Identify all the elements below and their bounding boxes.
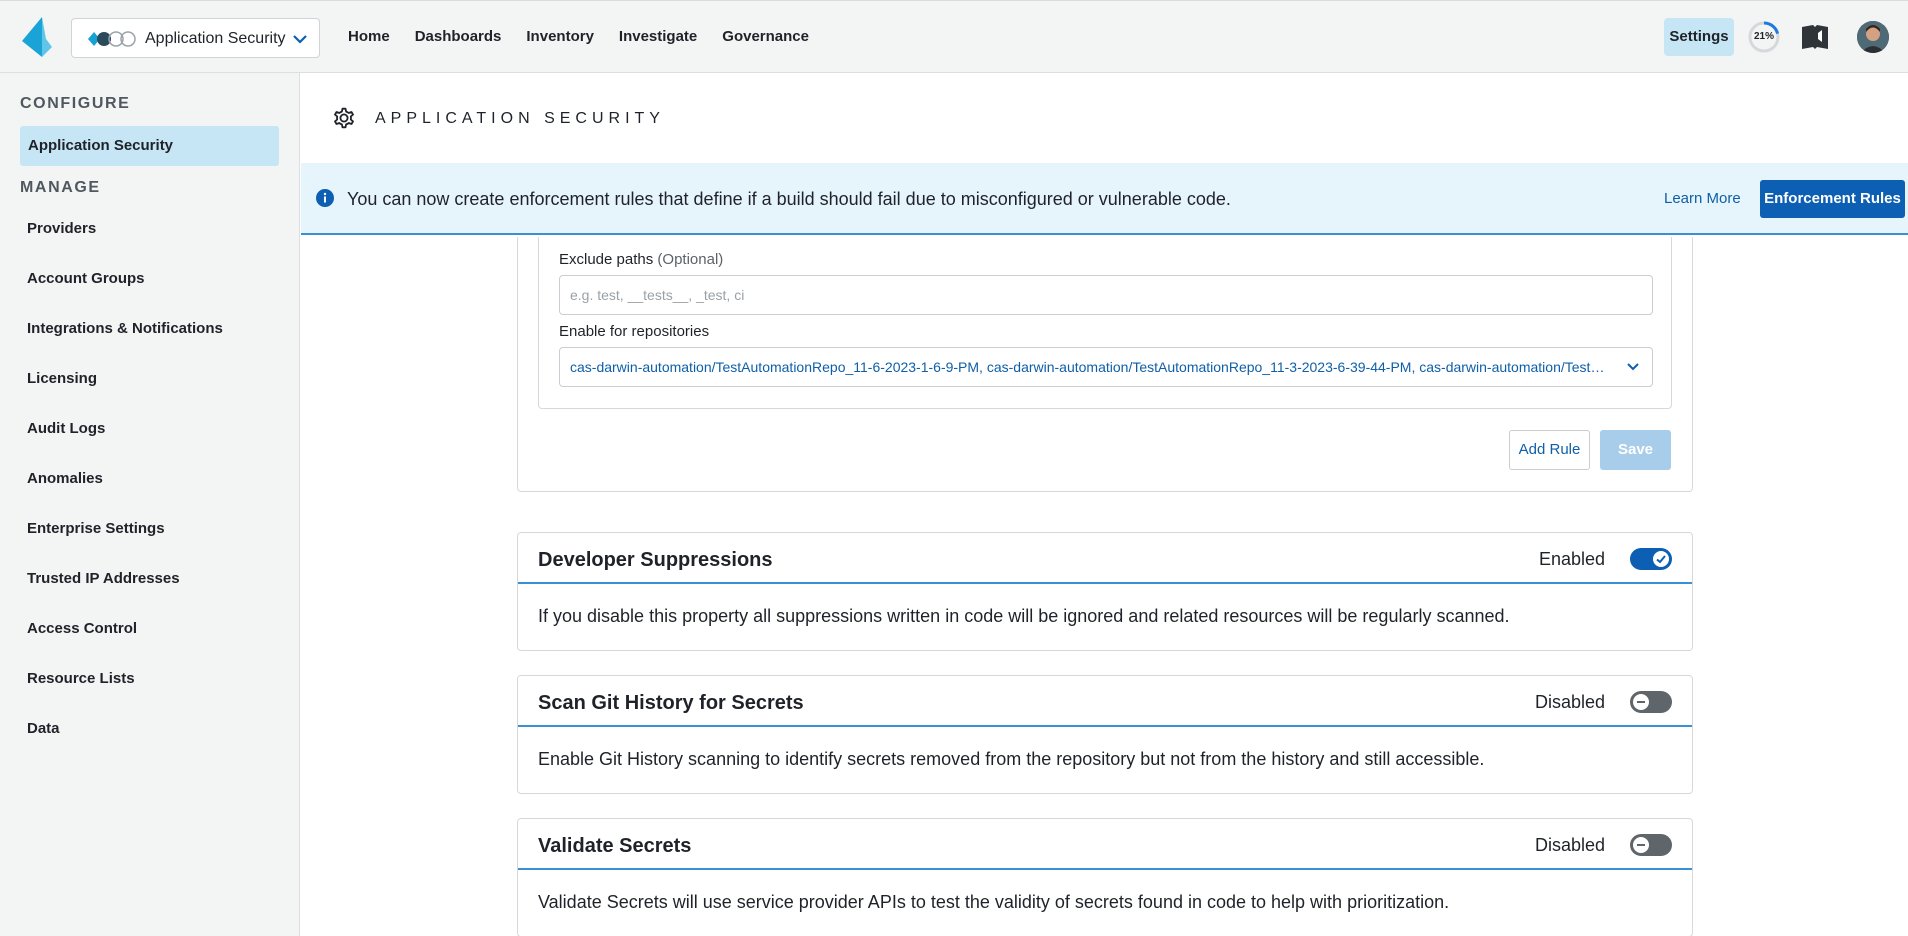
sidebar: CONFIGURE Application Security MANAGE Pr…: [0, 73, 300, 936]
card-description: If you disable this property all suppres…: [538, 606, 1510, 626]
card-header: Scan Git History for Secrets Disabled: [518, 676, 1692, 727]
repositories-select[interactable]: cas-darwin-automation/TestAutomationRepo…: [559, 347, 1653, 387]
gear-icon: [334, 107, 354, 129]
book-icon[interactable]: [1801, 24, 1829, 50]
card-description: Validate Secrets will use service provid…: [538, 892, 1450, 912]
status-text: Enabled: [1538, 549, 1605, 569]
toggle-knob: [1633, 837, 1649, 853]
nav-inventory[interactable]: Inventory: [526, 28, 594, 45]
sidebar-item-audit-logs[interactable]: Audit Logs: [27, 420, 105, 437]
sidebar-item-trusted-ip[interactable]: Trusted IP Addresses: [27, 570, 180, 587]
sidebar-item-resource-lists[interactable]: Resource Lists: [27, 670, 135, 687]
rule-card: Exclude paths (Optional) e.g. test, __te…: [517, 237, 1693, 492]
card-title: Scan Git History for Secrets: [538, 692, 804, 714]
nav-home[interactable]: Home: [348, 28, 390, 45]
progress-label: 21%: [1753, 31, 1774, 42]
info-icon: [316, 189, 334, 207]
repositories-label: Enable for repositories: [559, 323, 710, 340]
add-rule-button[interactable]: Add Rule: [1509, 430, 1590, 470]
banner-message: You can now create enforcement rules tha…: [347, 189, 1231, 209]
sidebar-item-account-groups[interactable]: Account Groups: [27, 270, 145, 287]
main-content: Exclude paths (Optional) e.g. test, __te…: [301, 237, 1908, 936]
toggle-knob: [1633, 694, 1649, 710]
status-text: Disabled: [1534, 692, 1605, 712]
exclude-paths-label: Exclude paths (Optional): [559, 251, 723, 268]
top-bar: Application Security Home Dashboards Inv…: [0, 0, 1908, 73]
card-header: Validate Secrets Disabled: [518, 819, 1692, 870]
page-title: APPLICATION SECURITY: [375, 110, 665, 127]
developer-suppressions-card: Developer Suppressions Enabled If you di…: [517, 532, 1693, 651]
sidebar-item-data[interactable]: Data: [27, 720, 60, 737]
sidebar-item-access-control[interactable]: Access Control: [27, 620, 137, 637]
sidebar-item-application-security[interactable]: Application Security: [20, 126, 279, 166]
app-switcher-label: Application Security: [145, 30, 286, 47]
app-modules-icon: [88, 31, 136, 47]
learn-more-link[interactable]: Learn More: [1664, 190, 1741, 207]
toggle-knob: [1653, 551, 1669, 567]
minus-icon: [1637, 844, 1645, 846]
check-icon: [1656, 555, 1666, 564]
repositories-value: cas-darwin-automation/TestAutomationRepo…: [570, 359, 1610, 375]
card-title: Validate Secrets: [538, 835, 692, 857]
nav-dashboards[interactable]: Dashboards: [415, 28, 502, 45]
sidebar-item-providers[interactable]: Providers: [27, 220, 96, 237]
page-header: APPLICATION SECURITY: [301, 73, 1908, 163]
developer-suppressions-toggle[interactable]: [1630, 548, 1672, 570]
nav-governance[interactable]: Governance: [722, 28, 809, 45]
scan-git-history-card: Scan Git History for Secrets Disabled En…: [517, 675, 1693, 794]
rule-form: Exclude paths (Optional) e.g. test, __te…: [538, 237, 1672, 409]
info-banner: You can now create enforcement rules tha…: [301, 163, 1908, 235]
exclude-paths-input[interactable]: e.g. test, __tests__, _test, ci: [559, 275, 1653, 315]
validate-secrets-card: Validate Secrets Disabled Validate Secre…: [517, 818, 1693, 936]
sidebar-item-licensing[interactable]: Licensing: [27, 370, 97, 387]
main-nav: Home Dashboards Inventory Investigate Go…: [348, 28, 834, 45]
onboarding-progress[interactable]: 21%: [1747, 20, 1781, 54]
minus-icon: [1637, 701, 1645, 703]
optional-tag: (Optional): [657, 251, 724, 268]
sidebar-item-anomalies[interactable]: Anomalies: [27, 470, 103, 487]
card-description: Enable Git History scanning to identify …: [538, 749, 1485, 769]
enforcement-rules-button[interactable]: Enforcement Rules: [1760, 180, 1905, 218]
app-switcher-dropdown[interactable]: Application Security: [71, 18, 320, 58]
settings-button[interactable]: Settings: [1664, 18, 1734, 56]
avatar[interactable]: [1857, 21, 1889, 53]
prisma-logo-icon[interactable]: [22, 17, 56, 57]
save-button[interactable]: Save: [1600, 430, 1671, 470]
sidebar-heading-manage: MANAGE: [20, 179, 101, 196]
sidebar-item-enterprise-settings[interactable]: Enterprise Settings: [27, 520, 165, 537]
status-text: Disabled: [1534, 835, 1605, 855]
card-header: Developer Suppressions Enabled: [518, 533, 1692, 584]
chevron-down-icon: [1627, 363, 1639, 371]
nav-investigate[interactable]: Investigate: [619, 28, 697, 45]
user-avatar-icon: [1857, 21, 1889, 53]
exclude-paths-label-text: Exclude paths: [559, 251, 654, 268]
sidebar-item-integrations[interactable]: Integrations & Notifications: [27, 320, 223, 337]
card-title: Developer Suppressions: [538, 549, 773, 571]
chevron-down-icon: [293, 35, 307, 44]
scan-git-history-toggle[interactable]: [1630, 691, 1672, 713]
sidebar-heading-configure: CONFIGURE: [20, 95, 131, 112]
validate-secrets-toggle[interactable]: [1630, 834, 1672, 856]
